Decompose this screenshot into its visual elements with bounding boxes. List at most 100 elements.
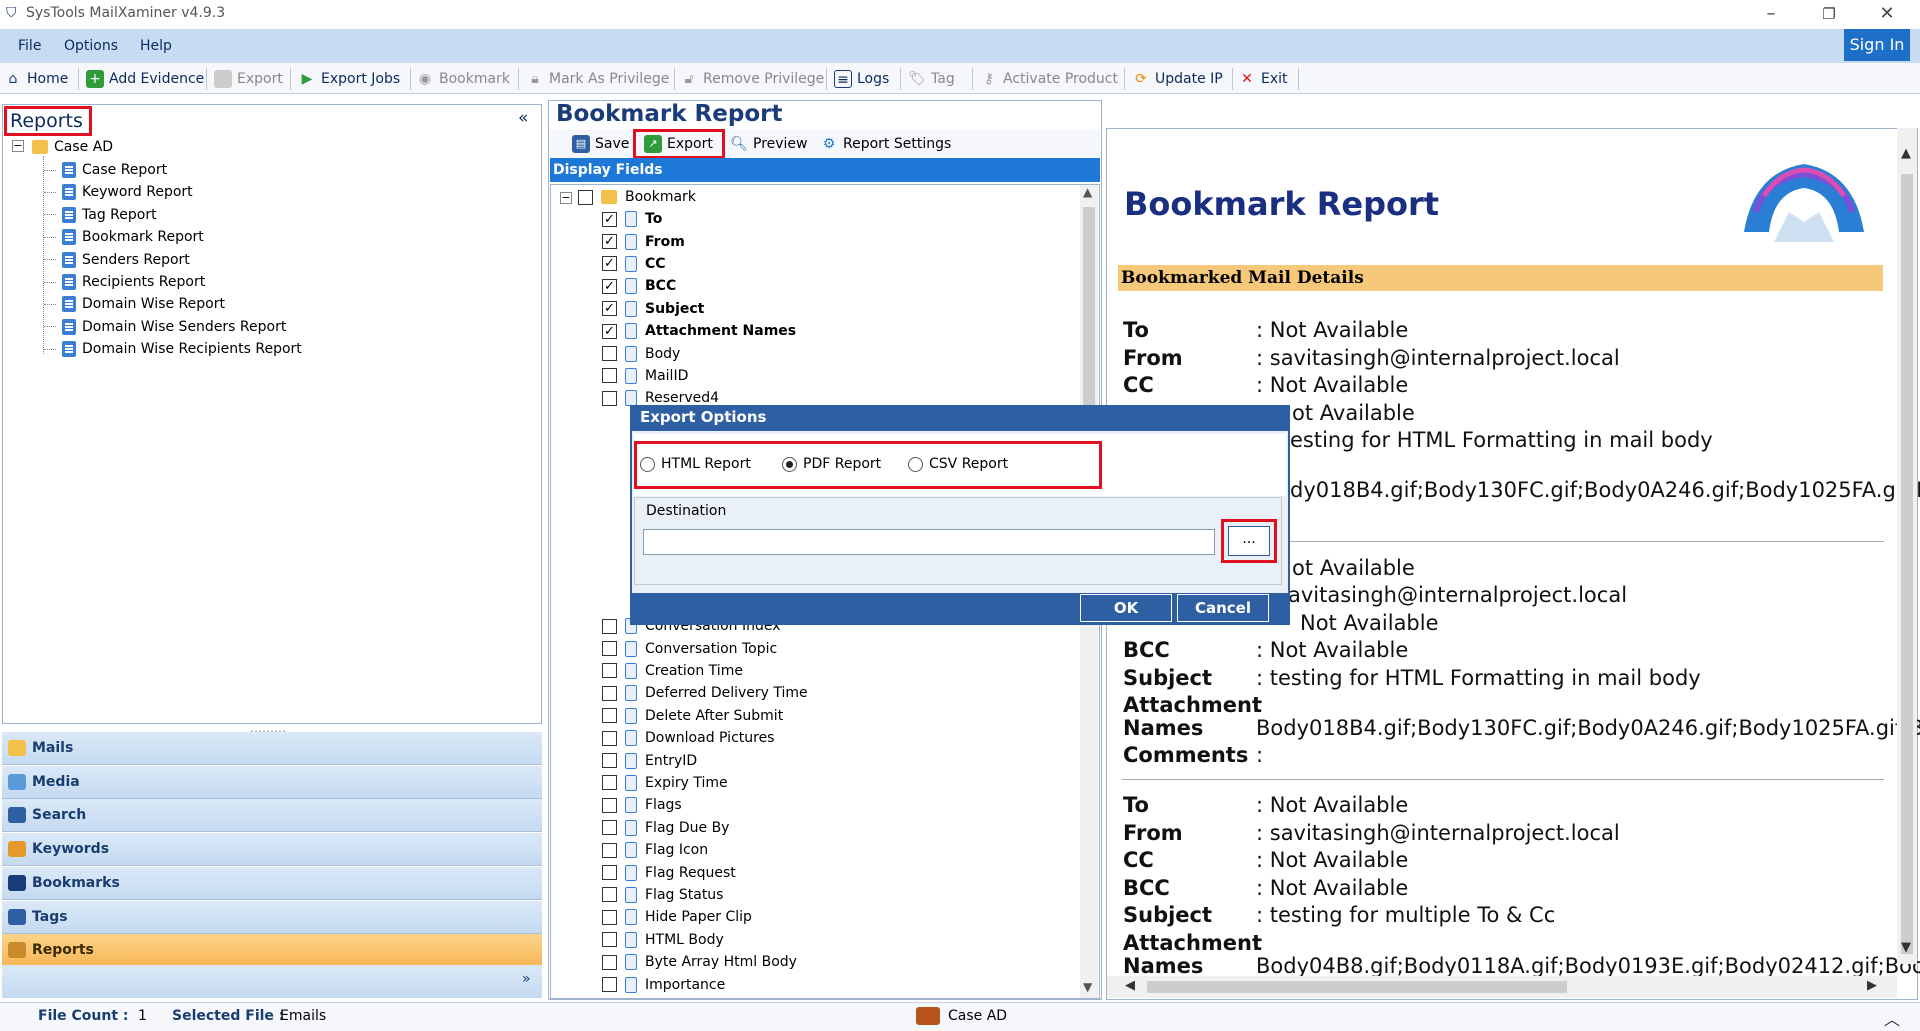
tree-root-case[interactable]: Case AD [32,136,113,158]
field-checkbox[interactable]: ✓ [602,211,617,227]
field-checkbox[interactable] [602,730,617,746]
field-item[interactable]: Flag Icon [602,839,708,861]
preview-horizontal-scrollbar[interactable]: ◀ ▶ [1107,976,1897,998]
logs-button[interactable]: ≡ Logs [834,68,889,90]
field-item[interactable]: ✓ To [602,208,662,230]
scroll-right-icon[interactable]: ▶ [1867,978,1877,993]
nav-media[interactable]: Media [2,765,542,799]
nav-tags[interactable]: Tags [2,900,542,934]
field-item[interactable]: Creation Time [602,660,743,682]
menu-file[interactable]: File [18,38,41,54]
report-settings-button[interactable]: ⚙ Report Settings [820,133,952,155]
nav-keywords[interactable]: Keywords [2,833,542,867]
close-icon[interactable]: ✕ [1864,2,1910,28]
field-checkbox[interactable] [602,641,617,657]
field-item[interactable]: Hide Paper Clip [602,906,752,928]
field-item[interactable]: Body [602,342,680,364]
field-checkbox[interactable] [602,775,617,791]
field-item[interactable]: ✓ CC [602,253,666,275]
field-checkbox[interactable] [602,932,617,948]
scroll-up-icon[interactable]: ▲ [1083,185,1092,199]
scroll-thumb[interactable] [1147,981,1567,993]
scroll-down-icon[interactable]: ▼ [1901,940,1911,955]
checkbox[interactable] [578,189,593,205]
export-toolbar-button[interactable]: Export [214,68,283,90]
scroll-thumb[interactable] [1901,174,1913,954]
field-item[interactable]: ✓ Subject [602,298,704,320]
field-item[interactable]: MailID [602,365,688,387]
field-checkbox[interactable] [602,865,617,881]
field-checkbox[interactable]: ✓ [602,278,617,294]
nav-bookmarks[interactable]: Bookmarks [2,866,542,900]
report-tree-item[interactable]: Bookmark Report [44,226,204,248]
export-button[interactable]: ↗ Export [644,133,713,155]
preview-button[interactable]: 🔍︎ Preview [730,133,807,155]
browse-button[interactable]: ... [1228,526,1270,556]
field-checkbox[interactable] [602,708,617,724]
field-checkbox[interactable] [602,618,617,634]
field-item[interactable]: Flag Request [602,861,736,883]
field-item[interactable]: EntryID [602,749,697,771]
field-checkbox[interactable] [602,842,617,858]
report-tree-item[interactable]: Tag Report [44,204,157,226]
chevron-up-icon[interactable]: ︿ [1884,1006,1900,1030]
field-item[interactable]: HTML Body [602,929,724,951]
minimize-icon[interactable]: – [1748,2,1794,28]
html-report-radio[interactable]: HTML Report [640,456,751,472]
collapse-panel-icon[interactable]: « [518,108,528,128]
field-root-bookmark[interactable]: Bookmark [578,186,696,208]
nav-reports[interactable]: Reports [2,934,542,968]
field-checkbox[interactable] [602,797,617,813]
field-item[interactable]: Importance [602,973,725,995]
nav-search[interactable]: Search [2,799,542,833]
pdf-report-radio[interactable]: PDF Report [782,456,881,472]
csv-report-radio[interactable]: CSV Report [908,456,1008,472]
field-item[interactable]: Download Pictures [602,727,774,749]
sign-in-button[interactable]: Sign In [1844,29,1910,61]
report-tree-item[interactable]: Senders Report [44,249,190,271]
bookmark-toolbar-button[interactable]: ◉ Bookmark [416,68,510,90]
report-tree-item[interactable]: Domain Wise Report [44,293,225,315]
scroll-left-icon[interactable]: ◀ [1125,978,1135,993]
nav-mails[interactable]: Mails [2,732,542,765]
field-checkbox[interactable] [602,685,617,701]
radio-csv[interactable] [908,456,923,472]
field-checkbox[interactable] [602,954,617,970]
cancel-button[interactable]: Cancel [1177,594,1269,622]
menu-options[interactable]: Options [64,38,118,54]
report-tree-item[interactable]: Case Report [44,159,167,181]
field-item[interactable]: Flags [602,794,682,816]
add-evidence-button[interactable]: + Add Evidence [86,68,204,90]
field-item[interactable]: Conversation Topic [602,637,777,659]
tree-collapse-icon[interactable]: − [560,192,572,204]
save-button[interactable]: ▤ Save [572,133,629,155]
field-item[interactable]: ✓ Attachment Names [602,320,796,342]
preview-vertical-scrollbar[interactable]: ▲ ▼ [1897,128,1917,964]
scroll-down-icon[interactable]: ▼ [1083,980,1092,994]
field-checkbox[interactable] [602,368,617,384]
update-ip-button[interactable]: ⟳ Update IP [1132,68,1223,90]
exit-button[interactable]: ✕ Exit [1238,68,1287,90]
radio-pdf[interactable] [782,456,797,472]
radio-html[interactable] [640,456,655,472]
field-checkbox[interactable] [602,390,617,406]
scroll-up-icon[interactable]: ▲ [1901,146,1911,161]
report-tree-item[interactable]: Domain Wise Senders Report [44,316,286,338]
activate-product-button[interactable]: ⚷ Activate Product [980,68,1118,90]
field-checkbox[interactable]: ✓ [602,323,617,339]
tag-button[interactable]: 🏷︎ Tag [908,68,955,90]
nav-overflow-icon[interactable]: » [522,971,531,987]
ok-button[interactable]: OK [1080,594,1172,622]
field-item[interactable]: Flag Due By [602,817,729,839]
field-item[interactable]: Delete After Submit [602,705,783,727]
report-tree-item[interactable]: Recipients Report [44,271,205,293]
report-tree-item[interactable]: Keyword Report [44,181,193,203]
destination-input[interactable] [643,529,1215,555]
report-tree-item[interactable]: Domain Wise Recipients Report [44,338,302,360]
remove-privilege-button[interactable]: 🔓︎ Remove Privilege [680,68,824,90]
field-item[interactable]: ✓ From [602,230,685,252]
export-jobs-button[interactable]: ▶ Export Jobs [298,68,401,90]
mark-as-privilege-button[interactable]: 🔒︎ Mark As Privilege [526,68,669,90]
field-item[interactable]: Expiry Time [602,772,728,794]
field-item[interactable]: Byte Array Html Body [602,951,797,973]
